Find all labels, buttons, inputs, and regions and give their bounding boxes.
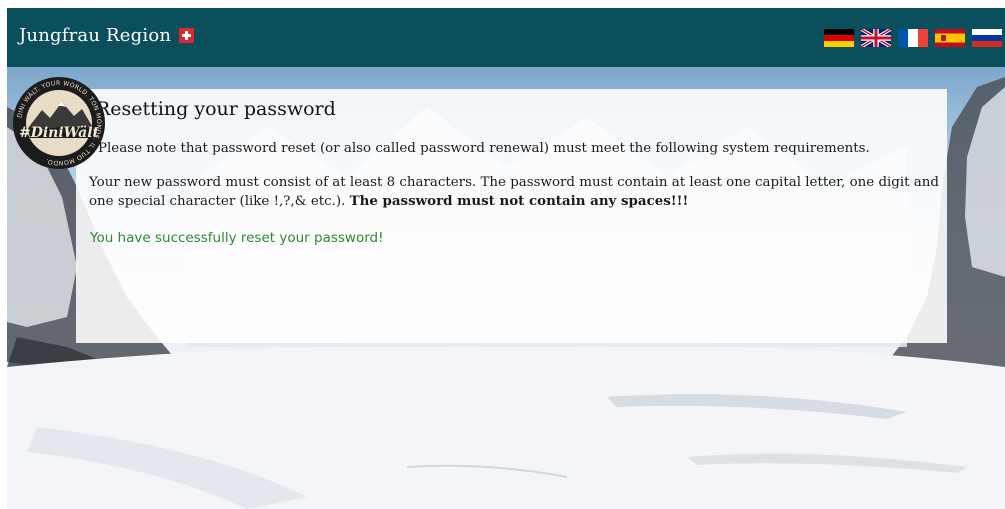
requirements-intro: Please note that password reset (or also… (98, 141, 870, 156)
swiss-flag-icon (179, 28, 195, 43)
header-bar: Jungfrau Region (7, 8, 1005, 67)
spanish-flag-icon[interactable] (935, 29, 965, 47)
uk-flag-icon[interactable] (861, 29, 891, 47)
page: Jungfrau Region Resetting your password … (0, 0, 1005, 509)
language-selector (824, 29, 1002, 47)
german-flag-icon[interactable] (824, 29, 854, 47)
reset-password-panel (76, 89, 947, 343)
page-title: Resetting your password (96, 98, 336, 120)
badge-graphic: #DiniWält DINI WÄLT. YOUR WORLD. TON MON… (13, 77, 105, 169)
uk-flag-graphic (861, 29, 891, 47)
no-spaces-warning: The password must not contain any spaces… (349, 193, 689, 209)
brand[interactable]: Jungfrau Region (19, 25, 195, 46)
mountain-badge-icon[interactable]: #DiniWält DINI WÄLT. YOUR WORLD. TON MON… (12, 76, 106, 170)
french-flag-icon[interactable] (898, 29, 928, 47)
russian-flag-icon[interactable] (972, 29, 1002, 47)
brand-title[interactable]: Jungfrau Region (19, 25, 171, 46)
password-requirements: Your new password must consist of at lea… (89, 174, 939, 211)
badge-name: #DiniWält (19, 125, 100, 141)
success-message: You have successfully reset your passwor… (90, 230, 384, 246)
